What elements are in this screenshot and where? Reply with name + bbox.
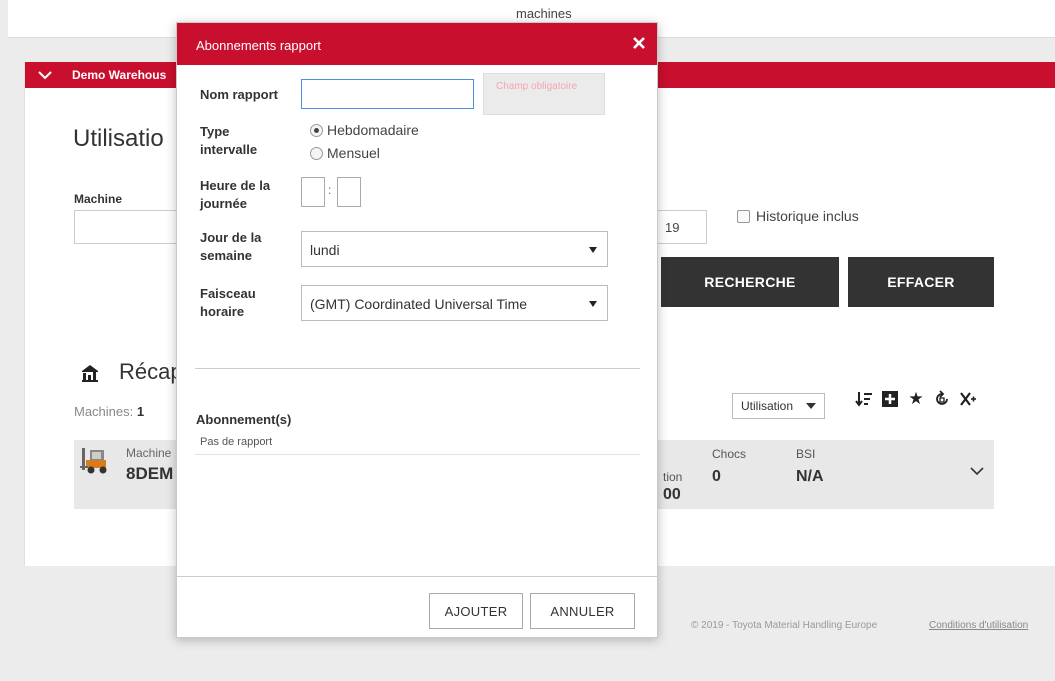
interval-type-label: Type intervalle: [200, 124, 258, 157]
history-checkbox[interactable]: Historique inclus: [737, 208, 859, 224]
day-of-week-label: Jour de la semaine: [200, 230, 262, 263]
timezone-select[interactable]: (GMT) Coordinated Universal Time: [301, 285, 608, 321]
subscriptions-title: Abonnement(s): [196, 412, 292, 427]
add-button[interactable]: AJOUTER: [429, 593, 523, 629]
timezone-label: Faisceau horaire: [200, 286, 256, 319]
sort-select-value: Utilisation: [741, 399, 794, 413]
chocs-value: 0: [712, 468, 721, 485]
radio-weekly-label: Hebdomadaire: [327, 122, 419, 138]
radio-weekly[interactable]: Hebdomadaire: [310, 122, 419, 138]
time-separator: :: [328, 183, 332, 197]
caret-down-icon: [589, 301, 597, 307]
bsi-label: BSI: [796, 447, 816, 461]
machine-name-label: Machine: [126, 446, 172, 460]
modal-title: Abonnements rapport: [196, 38, 322, 53]
machine-name: 8DEM: [126, 464, 174, 483]
radio-monthly-label: Mensuel: [327, 145, 380, 161]
checkbox-icon[interactable]: [737, 209, 750, 223]
required-tooltip: Champ obligatoire: [483, 73, 605, 115]
caret-down-icon: [806, 403, 816, 409]
excel-export-icon[interactable]: [959, 390, 977, 408]
time-of-day-label: Heure de la journée: [200, 178, 271, 211]
hour-input[interactable]: [301, 177, 325, 207]
divider: [195, 454, 640, 455]
radio-unchecked-icon[interactable]: [310, 146, 323, 160]
bsi-value: N/A: [796, 468, 824, 485]
radio-checked-icon[interactable]: [310, 123, 323, 137]
subscriptions-empty: Pas de rapport: [200, 436, 273, 448]
chocs-label: Chocs: [712, 447, 747, 461]
machines-count-label: Machines:: [74, 404, 134, 419]
machines-count-value: 1: [136, 404, 145, 419]
footer-divider: [177, 576, 657, 577]
timezone-value: (GMT) Coordinated Universal Time: [310, 296, 528, 312]
caret-down-icon: [589, 247, 597, 253]
cancel-button[interactable]: ANNULER: [530, 593, 635, 629]
date-input[interactable]: 19: [655, 210, 707, 244]
close-icon[interactable]: [632, 36, 646, 50]
summary-chart-icon: [82, 365, 98, 382]
modal-header: Abonnements rapport: [177, 23, 657, 65]
forklift-icon: [80, 448, 107, 474]
footer-copyright: © 2019 - Toyota Material Handling Europe: [691, 620, 878, 631]
report-name-input[interactable]: [301, 79, 474, 109]
summary-title: Récap: [119, 359, 183, 384]
divider: [195, 368, 640, 369]
terms-link[interactable]: Conditions d'utilisation: [929, 620, 1028, 631]
clear-button[interactable]: EFFACER: [848, 257, 994, 307]
summary-toolbar: ★: [855, 389, 977, 408]
chevron-down-icon[interactable]: [970, 464, 984, 478]
history-label: Historique inclus: [756, 208, 859, 224]
day-of-week-value: lundi: [310, 242, 340, 258]
utilisation-value: 00: [663, 486, 681, 503]
minute-input[interactable]: [337, 177, 361, 207]
sort-icon[interactable]: [855, 390, 873, 408]
add-square-icon[interactable]: [881, 390, 899, 408]
radio-monthly[interactable]: Mensuel: [310, 145, 380, 161]
report-name-label: Nom rapport: [200, 87, 278, 102]
chevron-down-icon[interactable]: [37, 67, 53, 83]
utilisation-label: tion: [663, 470, 683, 484]
warehouse-name: Demo Warehous: [72, 68, 167, 82]
search-button[interactable]: RECHERCHE: [661, 257, 839, 307]
machine-label: Machine: [74, 192, 123, 206]
day-of-week-select[interactable]: lundi: [301, 231, 608, 267]
refresh-icon[interactable]: [933, 390, 951, 408]
report-subscription-modal: Abonnements rapport Nom rapport Champ ob…: [176, 22, 658, 638]
window-title: machines: [516, 6, 572, 21]
star-icon[interactable]: ★: [907, 389, 925, 408]
machines-count: Machines: 1: [74, 404, 144, 419]
page-title: Utilisatio: [73, 125, 164, 152]
sort-select[interactable]: Utilisation: [732, 393, 825, 419]
